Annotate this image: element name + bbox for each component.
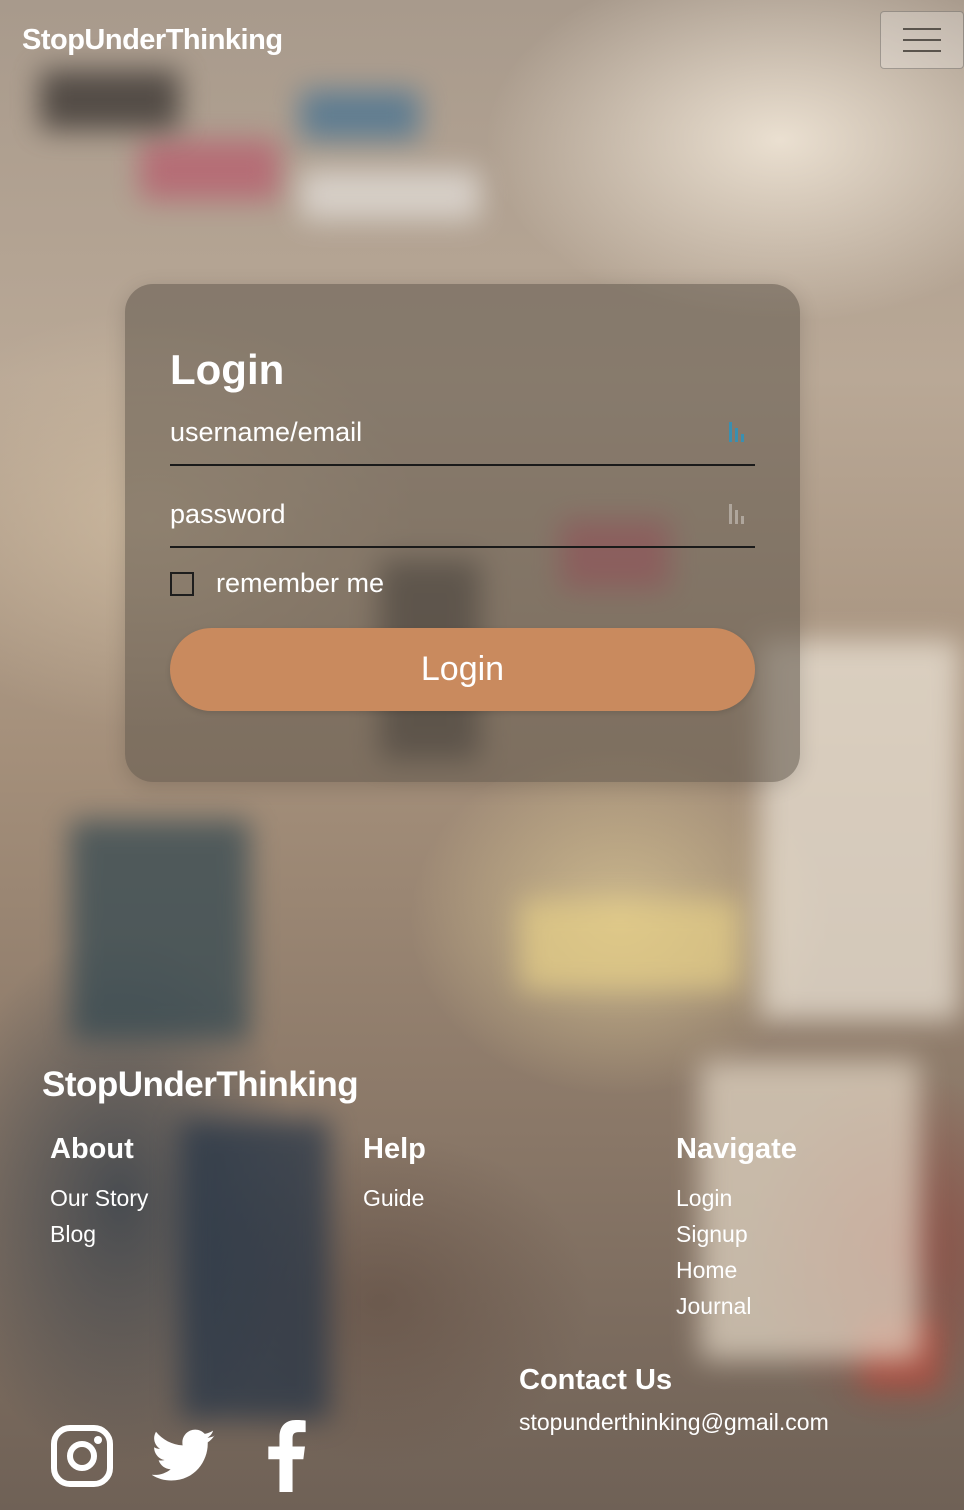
hamburger-menu-icon (903, 28, 941, 30)
footer-link-signup[interactable]: Signup (676, 1216, 797, 1252)
key-icon (729, 502, 747, 524)
twitter-icon[interactable] (152, 1420, 216, 1492)
remember-me-row: remember me (170, 568, 384, 599)
username-input[interactable] (170, 417, 710, 448)
contact-heading: Contact Us (519, 1364, 673, 1396)
brand-logo[interactable]: StopUnderThinking (22, 24, 283, 57)
login-card: Login remember me Login (125, 284, 800, 782)
password-input[interactable] (170, 499, 710, 530)
footer-column-help: Help Guide (363, 1133, 426, 1216)
footer-heading: About (50, 1133, 134, 1165)
footer-link-home[interactable]: Home (676, 1252, 797, 1288)
remember-me-checkbox[interactable] (170, 571, 194, 596)
footer-column-about: About Our Story Blog (50, 1133, 148, 1252)
footer-heading: Navigate (676, 1133, 797, 1165)
hamburger-menu-button[interactable] (880, 11, 964, 69)
password-field-wrapper (170, 466, 755, 548)
footer-link-journal[interactable]: Journal (676, 1288, 797, 1324)
footer-link-guide[interactable]: Guide (363, 1180, 426, 1216)
facebook-icon[interactable] (254, 1420, 318, 1492)
instagram-icon[interactable] (50, 1420, 114, 1492)
key-icon (729, 420, 747, 442)
remember-me-label[interactable]: remember me (216, 568, 384, 599)
login-button[interactable]: Login (170, 628, 755, 711)
footer-brand: StopUnderThinking (42, 1065, 359, 1104)
footer-link-our-story[interactable]: Our Story (50, 1180, 148, 1216)
contact-email-link[interactable]: stopunderthinking@gmail.com (519, 1409, 829, 1436)
footer-link-login[interactable]: Login (676, 1180, 797, 1216)
username-field-wrapper (170, 384, 755, 466)
footer-heading: Help (363, 1133, 426, 1165)
footer-link-blog[interactable]: Blog (50, 1216, 148, 1252)
footer-column-navigate: Navigate Login Signup Home Journal (676, 1133, 797, 1324)
social-links (50, 1420, 318, 1492)
contact-section: Contact Us stopunderthinking@gmail.com (519, 1364, 829, 1436)
